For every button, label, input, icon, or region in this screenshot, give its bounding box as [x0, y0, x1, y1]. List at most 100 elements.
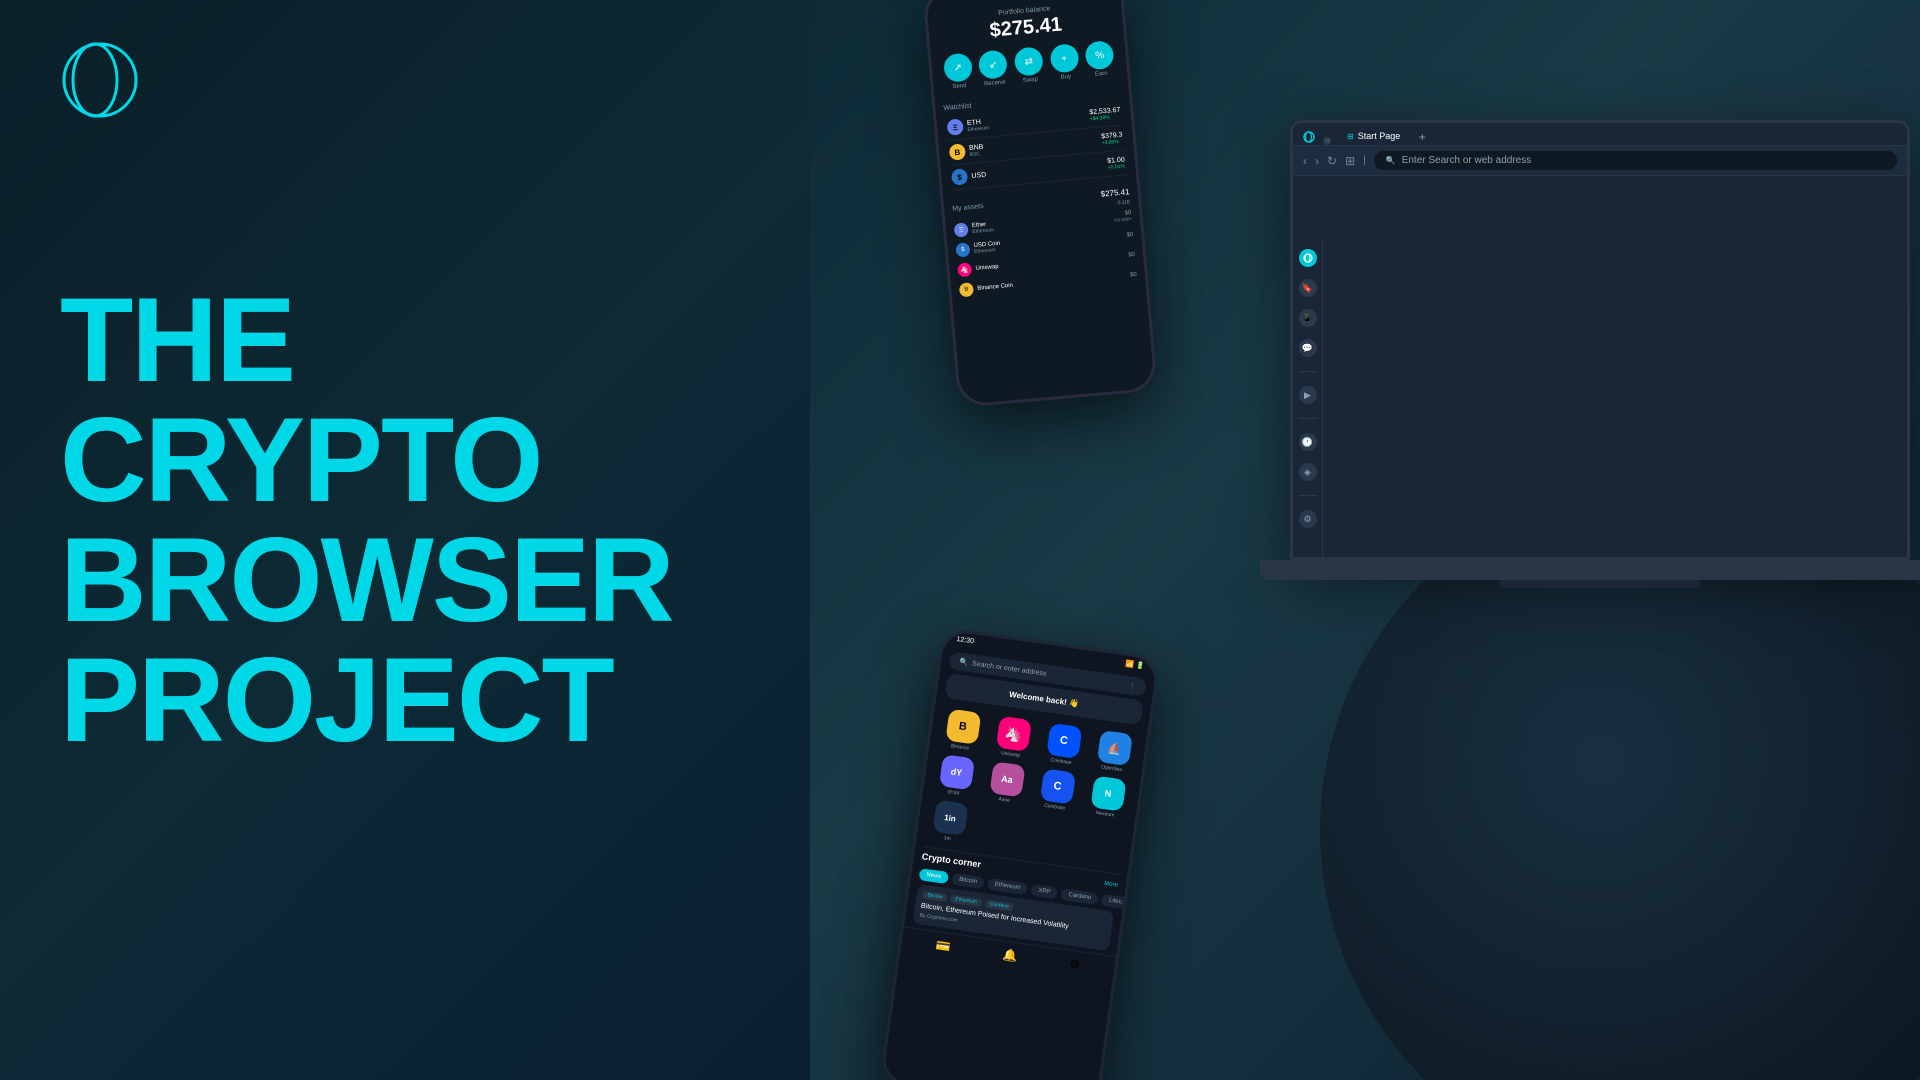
tab-news[interactable]: News — [919, 868, 949, 884]
sidebar-settings-icon[interactable]: ⚙ — [1299, 510, 1317, 528]
coinbase2-icon: C — [1039, 768, 1075, 804]
eth-icon: Ξ — [947, 118, 964, 135]
send-btn[interactable]: ↗ Send — [943, 53, 974, 91]
nav-wallet-icon[interactable]: 💳 — [935, 938, 952, 954]
receive-icon: ↙ — [978, 49, 1008, 79]
search-icon: 🔍 — [1386, 156, 1396, 165]
nav-history-icon: ◁ — [1323, 137, 1331, 145]
nav-settings-icon[interactable]: ⚙ — [1068, 957, 1081, 972]
left-panel: THE CRYPTO BROWSER PROJECT — [0, 0, 810, 1080]
browser-tab-start[interactable]: ⊞ Start Page — [1337, 127, 1410, 145]
address-bar[interactable]: 🔍 Enter Search or web address — [1374, 151, 1897, 170]
tab-favicon: ⊞ — [1347, 132, 1354, 141]
main-title: THE CRYPTO BROWSER PROJECT — [60, 280, 673, 760]
browser-sidebar: 🔖 📱 💬 ▶ 🕐 ◈ ⚙ — [1293, 241, 1323, 560]
bnb-asset-icon: B — [959, 282, 974, 297]
reload-button[interactable]: ↻ — [1327, 154, 1337, 168]
usd-icon: $ — [951, 168, 968, 185]
phone-crypto-corner: 12:30 📶 🔋 🔍 Search or enter address ⋮ We… — [879, 627, 1161, 1080]
swap-icon: ⇄ — [1014, 46, 1044, 76]
browser-opera-icon — [1301, 129, 1317, 145]
sidebar-history-icon[interactable]: 🕐 — [1299, 433, 1317, 451]
opera-logo — [60, 40, 140, 120]
sidebar-message-icon[interactable]: 💬 — [1299, 339, 1317, 357]
oneinch-icon: 1in — [932, 800, 968, 836]
dapp-opensea[interactable]: ⛵ OpenSea — [1089, 729, 1139, 775]
browser-nav-bar: ‹ › ↻ ⊞ | 🔍 Enter Search or web address — [1293, 146, 1907, 176]
nav-home-icon[interactable]: 🔔 — [1002, 948, 1019, 964]
dapp-coinbase[interactable]: C Coinbase — [1038, 722, 1088, 768]
dapp-coinbase2[interactable]: C Coinbase — [1032, 767, 1082, 813]
sidebar-opera-icon[interactable] — [1299, 249, 1317, 267]
aave-icon: Aa — [989, 761, 1025, 797]
uniswap-icon: 🦄 — [995, 716, 1031, 752]
assets-total: $275.41 — [1100, 187, 1130, 198]
phone-wallet-body: Portfolio balance $275.41 ↗ Send ↙ Recei… — [922, 0, 1158, 408]
earn-btn[interactable]: % Earn — [1084, 40, 1115, 78]
nexeum-icon: N — [1090, 775, 1126, 811]
coinbase-icon: C — [1046, 723, 1082, 759]
more-label[interactable]: More — [1104, 881, 1118, 889]
tab-bitcoin[interactable]: Bitcoin — [951, 873, 984, 889]
forward-button[interactable]: › — [1315, 154, 1319, 168]
buy-btn[interactable]: + Buy — [1049, 43, 1080, 81]
browser-tabs-bar: ◁ ⊞ Start Page + — [1293, 123, 1907, 146]
news-tag-cardano: Cardano — [984, 899, 1014, 911]
swap-btn[interactable]: ⇄ Swap — [1014, 46, 1045, 84]
sidebar-bookmark-icon[interactable]: 🔖 — [1299, 279, 1317, 297]
dapp-uniswap[interactable]: 🦄 Uniswap — [988, 715, 1038, 761]
phone-wallet-screen: Portfolio balance $275.41 ↗ Send ↙ Recei… — [925, 0, 1154, 405]
assets-section: My assets $275.41 0.11E Ξ Ether Ethereum — [951, 181, 1137, 300]
dapp-aave[interactable]: Aa Aave — [981, 760, 1031, 806]
title-line-2: CRYPTO — [60, 400, 673, 520]
address-text: Enter Search or web address — [1402, 155, 1532, 166]
status-time: 12:30 — [956, 636, 974, 646]
sidebar-divider-1 — [1299, 371, 1317, 372]
dapp-nexeum[interactable]: N Nexeum — [1082, 775, 1132, 821]
phone-search-icon: 🔍 — [959, 658, 969, 667]
usdc-icon: $ — [955, 242, 970, 257]
extension-button[interactable]: ⊞ — [1345, 154, 1355, 168]
news-tag-ethereum: Ethereum — [950, 895, 982, 907]
uni-icon: 🦄 — [957, 262, 972, 277]
dapp-dydx[interactable]: dY dYdX — [931, 753, 981, 799]
welcome-text: Welcome back! 👋 — [1009, 690, 1080, 709]
tab-litecoin[interactable]: Litec... — [1101, 894, 1134, 910]
tab-cardano[interactable]: Cardano — [1061, 888, 1099, 905]
title-line-1: THE — [60, 280, 673, 400]
phone-search-text: Search or enter address — [972, 660, 1047, 677]
wallet-actions: ↗ Send ↙ Receive ⇄ Swap + Buy — [939, 40, 1119, 91]
title-line-3: BROWSER — [60, 520, 673, 640]
bnb-icon: B — [949, 143, 966, 160]
sidebar-cube-icon[interactable]: ◈ — [1299, 463, 1317, 481]
news-tag-bitcoin: Bitcoin — [922, 891, 948, 902]
back-button[interactable]: ‹ — [1303, 154, 1307, 168]
sidebar-phone-icon[interactable]: 📱 — [1299, 309, 1317, 327]
sidebar-divider-3 — [1299, 495, 1317, 496]
separator: | — [1363, 155, 1366, 166]
phone-wallet: Portfolio balance $275.41 ↗ Send ↙ Recei… — [922, 0, 1158, 408]
dapp-binance[interactable]: B Binance — [937, 708, 987, 754]
right-panel: Portfolio balance $275.41 ↗ Send ↙ Recei… — [810, 0, 1920, 1080]
browser-main: 🔖 📱 💬 ▶ 🕐 ◈ ⚙ Hello!So a crypt — [1293, 176, 1907, 545]
title-line-4: PROJECT — [60, 640, 673, 760]
receive-btn[interactable]: ↙ Receive — [978, 49, 1009, 87]
buy-icon: + — [1049, 43, 1079, 73]
earn-icon: % — [1084, 40, 1114, 70]
laptop-base — [1260, 560, 1920, 580]
sidebar-play-icon[interactable]: ▶ — [1299, 386, 1317, 404]
new-tab-button[interactable]: + — [1414, 129, 1430, 145]
sidebar-divider-2 — [1299, 418, 1317, 419]
status-icons: 📶 🔋 — [1125, 660, 1145, 671]
phone-crypto-body: 12:30 📶 🔋 🔍 Search or enter address ⋮ We… — [879, 627, 1161, 1080]
laptop-screen: ◁ ⊞ Start Page + ‹ › ↻ ⊞ | 🔍 Enter Searc… — [1290, 120, 1910, 560]
opensea-icon: ⛵ — [1096, 730, 1132, 766]
ether-icon: Ξ — [954, 222, 969, 237]
dapp-1inch[interactable]: 1in 1in — [924, 799, 974, 845]
tab-xrp[interactable]: XRP — [1031, 884, 1059, 900]
dapps-grid: B Binance 🦄 Uniswap C Coinbase ⛵ — [916, 701, 1148, 873]
tab-ethereum[interactable]: Ethereum — [987, 878, 1028, 895]
phone-mic-icon: ⋮ — [1128, 681, 1136, 690]
laptop-browser: ◁ ⊞ Start Page + ‹ › ↻ ⊞ | 🔍 Enter Searc… — [1260, 120, 1920, 620]
send-icon: ↗ — [943, 53, 973, 83]
